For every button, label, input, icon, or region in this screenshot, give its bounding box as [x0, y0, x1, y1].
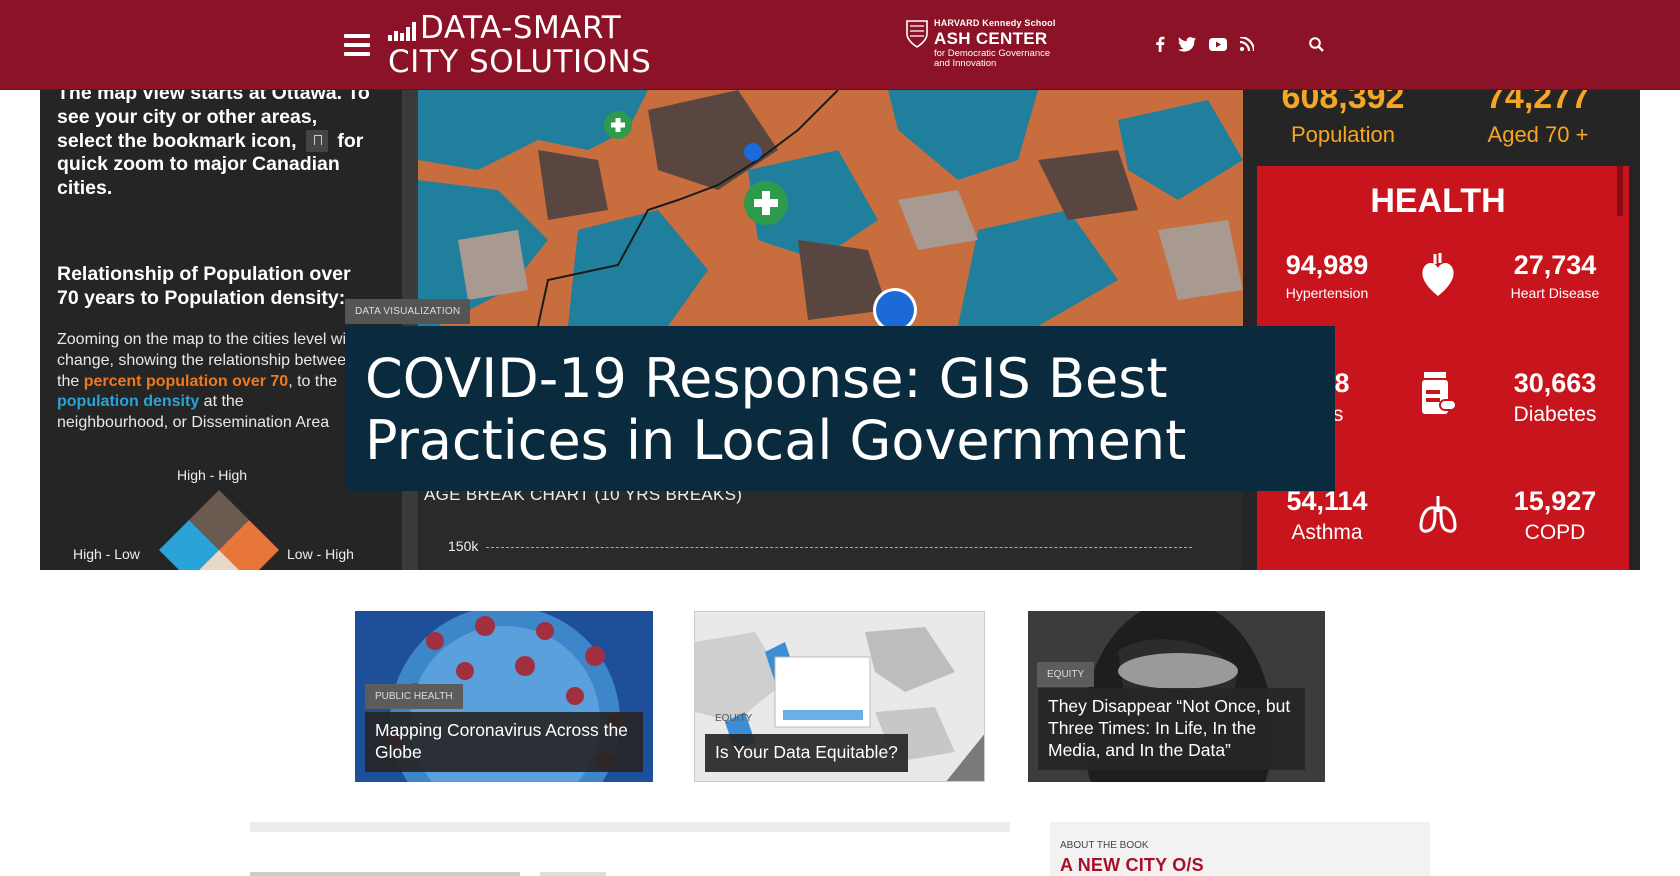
card-tag[interactable]: PUBLIC HEALTH — [365, 684, 463, 709]
content-divider — [250, 822, 1010, 832]
diabetes-stat: 30,663 Diabetes — [1490, 370, 1620, 427]
desc-part-c: , to the — [288, 372, 338, 390]
article-thumbnail-2[interactable] — [540, 872, 606, 876]
population-stat: 608,392 Population — [1263, 90, 1423, 148]
article-card-disappear[interactable]: EQUITY They Disappear “Not Once, but Thr… — [1028, 611, 1325, 782]
about-the-book-box[interactable]: ABOUT THE BOOK A NEW CITY O/S — [1050, 822, 1430, 876]
heart-disease-label: Heart Disease — [1510, 285, 1600, 301]
relationship-heading: Relationship of Population over 70 years… — [57, 263, 351, 309]
population-value: 608,392 — [1281, 90, 1405, 116]
twitter-icon[interactable] — [1178, 36, 1196, 52]
desc-blue: population density — [57, 393, 200, 411]
legend-high-high: High - High — [177, 467, 248, 483]
youtube-icon[interactable] — [1209, 37, 1227, 51]
ash-line2: ASH CENTER — [934, 29, 1048, 48]
copd-value: 15,927 — [1513, 486, 1597, 516]
age-chart-gridline — [486, 547, 1192, 548]
map-instructions: The map view starts at Ottawa. To see yo… — [57, 90, 377, 201]
health-title: HEALTH — [1370, 182, 1506, 220]
map-shapes — [418, 90, 1243, 326]
desc-orange: percent population over 70 — [83, 372, 289, 390]
rss-icon[interactable] — [1240, 37, 1254, 51]
social-links — [1155, 36, 1254, 52]
lungs-icon — [1419, 496, 1457, 533]
menu-icon[interactable] — [344, 34, 370, 56]
copd-stat: 15,927 COPD — [1490, 488, 1620, 545]
ottawa-map[interactable] — [418, 90, 1243, 326]
heart-disease-stat: 27,734 Heart Disease — [1490, 250, 1620, 302]
bookmark-icon[interactable] — [305, 130, 328, 153]
diabetes-value: 30,663 — [1513, 368, 1597, 398]
brand-line1: DATA-SMART — [420, 10, 622, 46]
card-title[interactable]: They Disappear “Not Once, but Three Time… — [1038, 688, 1305, 770]
hypertension-value: 94,989 — [1285, 250, 1369, 280]
ash-center-logo[interactable]: HARVARD Kennedy School ASH CENTER for De… — [906, 18, 1056, 70]
article-thumbnail[interactable] — [250, 872, 520, 876]
about-title[interactable]: A NEW CITY O/S — [1060, 855, 1204, 876]
asthma-label: Asthma — [1291, 521, 1363, 544]
site-logo[interactable]: DATA-SMART CITY SOLUTIONS — [388, 13, 651, 78]
asthma-stat: 54,114 Asthma — [1262, 488, 1392, 545]
copd-label: COPD — [1524, 521, 1586, 544]
legend-low-high: Low - High — [287, 546, 354, 562]
bar-chart-icon — [388, 20, 416, 44]
asthma-value: 54,114 — [1286, 486, 1368, 516]
heart-disease-value: 27,734 — [1513, 250, 1597, 280]
medicine-icon — [1422, 372, 1457, 414]
ash-line1: HARVARD Kennedy School — [934, 18, 1056, 28]
harvard-shield-icon — [906, 20, 928, 48]
hero-category-tag[interactable]: DATA VISUALIZATION — [345, 299, 471, 324]
aged-label: Aged 70 + — [1487, 122, 1589, 147]
hypertension-label: Hypertension — [1285, 285, 1369, 301]
ash-line4: and Innovation — [934, 58, 997, 70]
age-chart-tick: 150k — [448, 538, 479, 554]
site-header: DATA-SMART CITY SOLUTIONS HARVARD Kenned… — [0, 0, 1680, 90]
diabetes-label: Diabetes — [1513, 403, 1597, 426]
aged-value: 74,277 — [1486, 90, 1590, 116]
bivariate-legend — [159, 490, 279, 570]
relationship-description: Zooming on the map to the cities level w… — [57, 330, 357, 434]
article-card-data-equitable[interactable]: EQUITY Is Your Data Equitable? — [694, 611, 985, 782]
legend-high-low: High - Low — [73, 546, 140, 562]
hero-title[interactable]: COVID-19 Response: GIS Best Practices in… — [345, 326, 1335, 491]
brand-line2: CITY SOLUTIONS — [388, 44, 652, 80]
card-title[interactable]: Is Your Data Equitable? — [705, 734, 908, 772]
article-card-coronavirus[interactable]: PUBLIC HEALTH Mapping Coronavirus Across… — [355, 611, 653, 782]
facebook-icon[interactable] — [1155, 36, 1165, 52]
population-label: Population — [1291, 122, 1395, 147]
heart-icon — [1422, 253, 1454, 296]
hypertension-stat: 94,989 Hypertension — [1262, 250, 1392, 302]
aged-stat: 74,277 Aged 70 + — [1448, 90, 1628, 148]
card-tag[interactable]: EQUITY — [705, 706, 762, 731]
search-icon[interactable] — [1309, 37, 1324, 52]
card-title[interactable]: Mapping Coronavirus Across the Globe — [365, 712, 643, 772]
card-tag[interactable]: EQUITY — [1037, 662, 1095, 687]
about-label: ABOUT THE BOOK — [1060, 840, 1149, 851]
